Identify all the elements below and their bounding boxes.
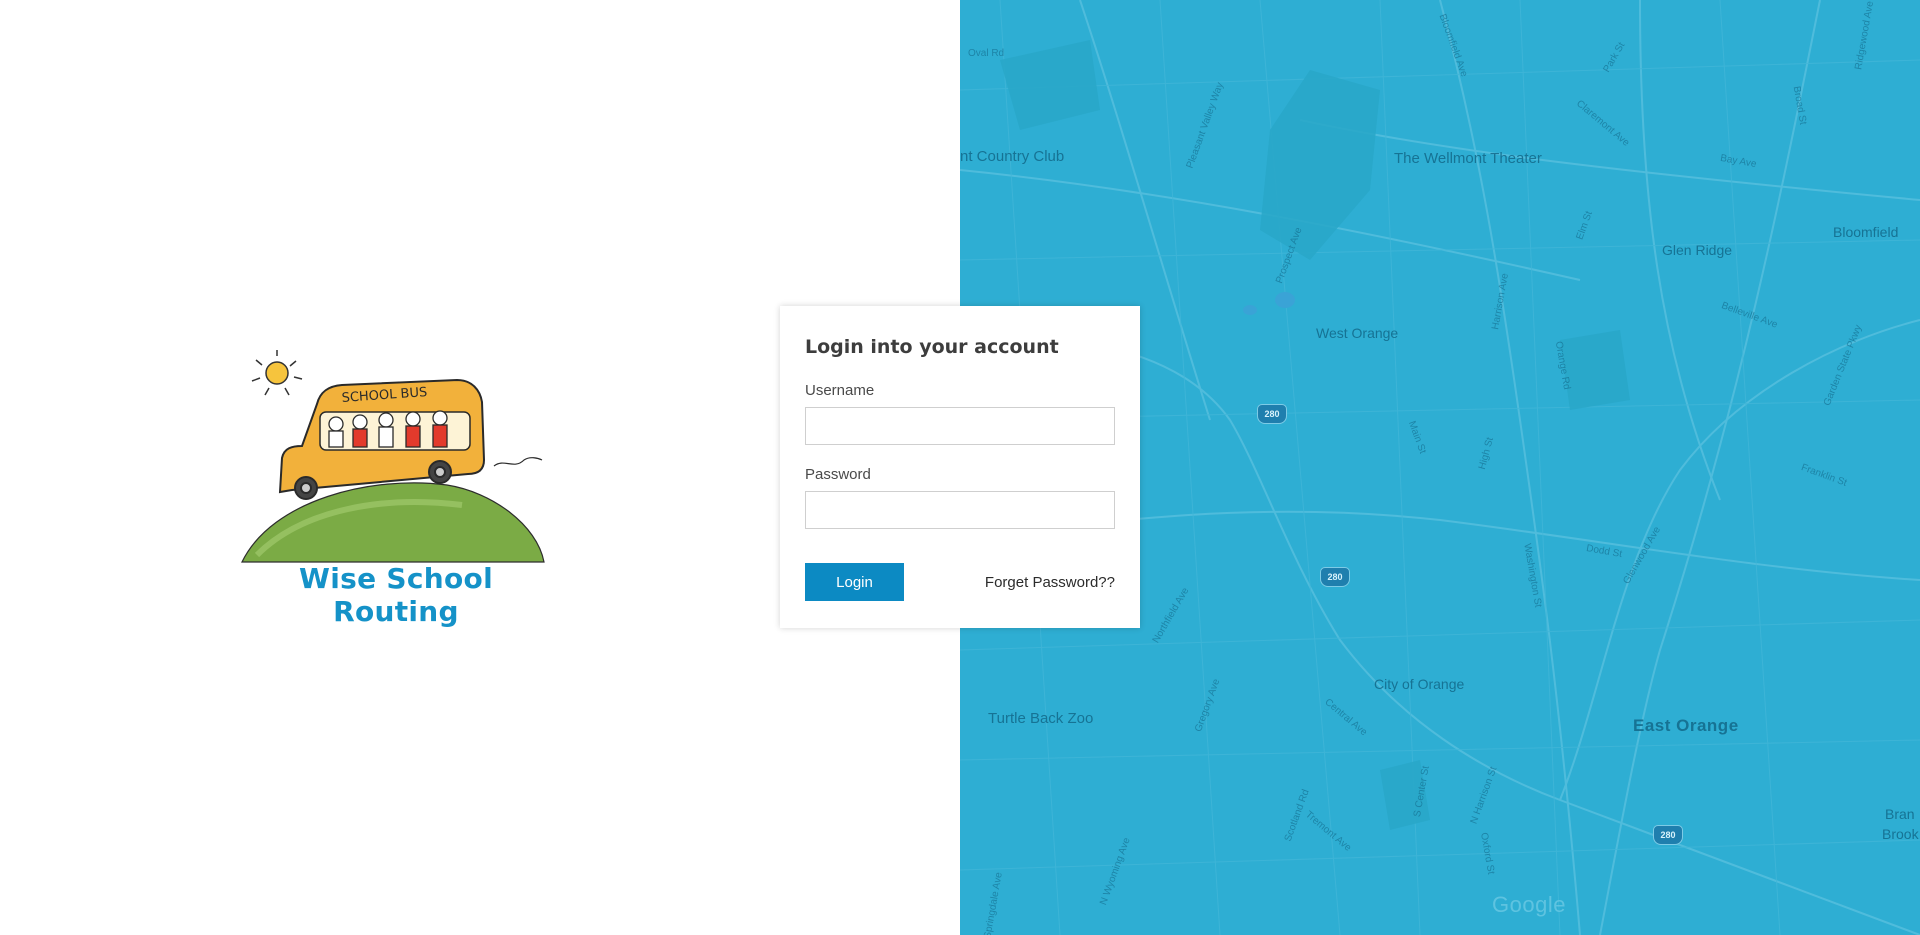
map-place-label: Bran: [1885, 806, 1915, 822]
school-bus-illustration: SCHOOL BUS: [241, 350, 545, 563]
password-input[interactable]: [805, 491, 1115, 529]
highway-280-shield: 280: [1653, 825, 1683, 845]
password-label: Password: [805, 466, 871, 483]
forgot-password-link[interactable]: Forget Password??: [985, 574, 1115, 591]
login-actions: Login Forget Password??: [805, 563, 1115, 601]
hill: [241, 482, 545, 563]
highway-280-shield: 280: [1257, 404, 1287, 424]
map-place-label: East Orange: [1633, 716, 1739, 735]
map-street-label: Oval Rd: [968, 48, 1005, 59]
sun-icon: [251, 350, 303, 396]
username-label: Username: [805, 382, 875, 399]
map-place-label: Bloomfield: [1833, 224, 1899, 240]
map-place-label: West Orange: [1316, 325, 1399, 341]
map-place-label: City of Orange: [1374, 676, 1465, 692]
map-place-label: Brook: [1882, 826, 1919, 842]
highway-280-shield: 280: [1320, 567, 1350, 587]
map-place-label: The Wellmont Theater: [1394, 150, 1542, 167]
brand-name: Wise School Routing: [299, 562, 493, 628]
map-place-label: Turtle Back Zoo: [988, 710, 1094, 727]
username-input[interactable]: [805, 407, 1115, 445]
map-place-label: nt Country Club: [960, 148, 1065, 165]
login-title: Login into your account: [805, 336, 1059, 358]
login-card: Login into your account Username Passwor…: [780, 306, 1140, 628]
google-attribution-logo: Google: [1492, 892, 1566, 917]
login-button[interactable]: Login: [805, 563, 904, 601]
brand-logo: SCHOOL BUS Wise School Routing: [232, 340, 552, 628]
map-place-label: Glen Ridge: [1662, 242, 1733, 258]
